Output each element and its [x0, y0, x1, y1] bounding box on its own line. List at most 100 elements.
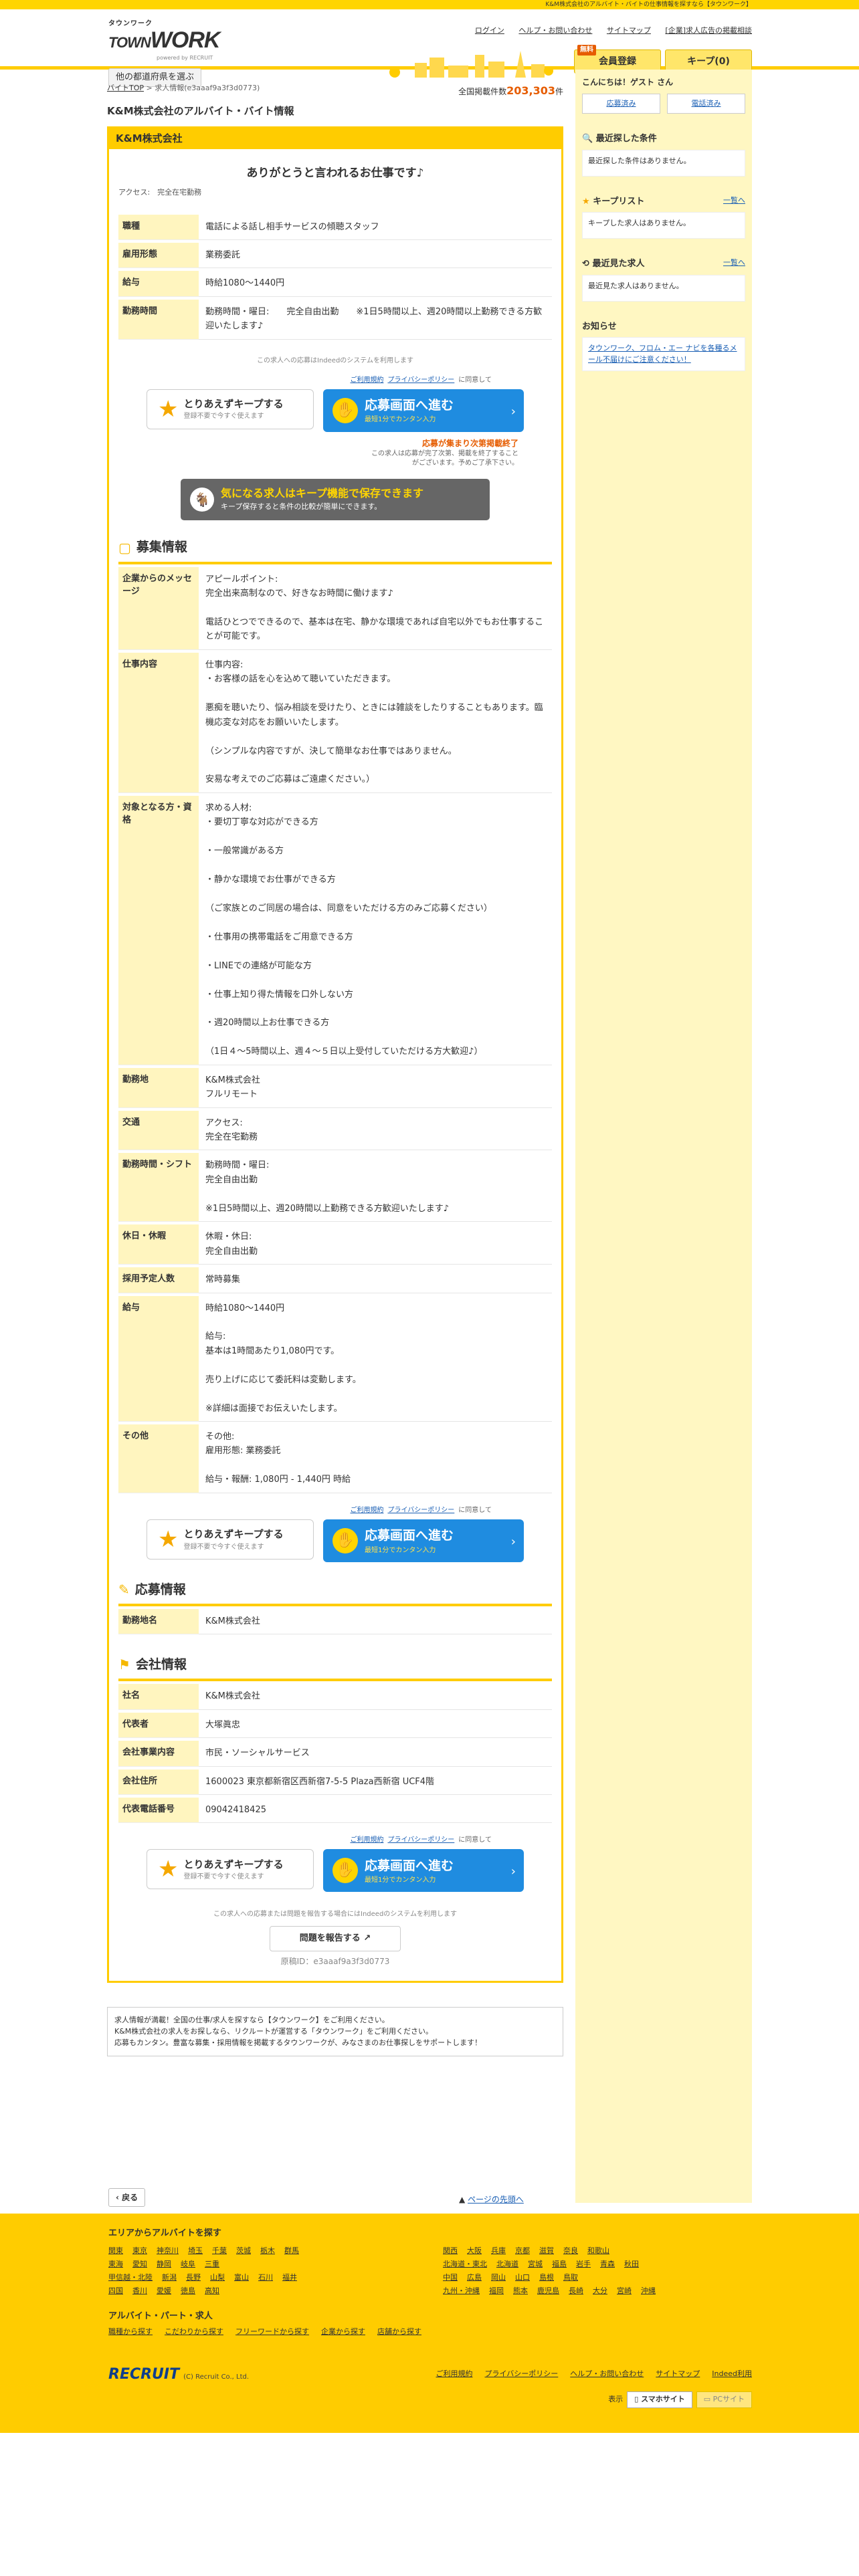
applied-button[interactable]: 応募済み: [582, 94, 660, 114]
hand-icon: ✋: [332, 397, 358, 423]
townwork-logo[interactable]: タウンワーク TOWNWORK powered by RECRUIT: [108, 19, 220, 62]
deadline-text: 応募が集まり次第掲載終了: [421, 438, 518, 448]
pencil-icon: ✎: [118, 1581, 130, 1598]
apply-button[interactable]: ✋ 応募画面へ進む 最短1分でカンタン入力 ›: [323, 1849, 524, 1893]
terms-line: ご利用規約 プライバシーポリシー に同意して: [350, 1836, 492, 1844]
keep-job-button[interactable]: ★ とりあえずキープする 登録不要で今すぐ使えます: [147, 1519, 314, 1560]
arrow-up-icon: ▲: [459, 2195, 466, 2204]
terms-link[interactable]: ご利用規約: [350, 1507, 383, 1514]
table-row: 給与 時給1080〜1440円 給与: 基本は1時間あたり1,080円です。 売り…: [118, 1295, 552, 1422]
table-row: 会社住所 1600023 東京都新宿区西新宿7-5-5 Plaza西新宿 UCF4…: [118, 1769, 552, 1795]
table-row: 採用予定人数 常時募集: [118, 1267, 552, 1293]
pc-site-button[interactable]: ▭ PCサイト: [696, 2391, 752, 2408]
area-row: 中国 広島 岡山 山口 島根 鳥取: [443, 2272, 578, 2282]
keeplist-link[interactable]: 一覧へ: [723, 195, 745, 209]
chevron-right-icon: ›: [510, 1534, 516, 1549]
smartphone-site-button[interactable]: ▯ スマホサイト: [627, 2391, 692, 2408]
company-header: K&M株式会社: [109, 128, 561, 149]
monitor-icon: ▭: [703, 2395, 711, 2403]
report-note: この求人への応募または問題を報告する場合にはIndeedのシステムを利用します: [213, 1911, 457, 1919]
apply-button[interactable]: ✋ 応募画面へ進む 最短1分でカンタン入力 ›: [323, 1519, 524, 1562]
site-footer: エリアからアルバイトを探す 関東 東京 神奈川 埼玉 千葉 茨城 栃木 群馬 東海 愛知 静岡 岐阜…: [0, 2214, 859, 2433]
star-icon: ★: [582, 196, 590, 207]
recruit-logo: RECRUIT (C) Recruit Co., Ltd.: [108, 2366, 250, 2383]
sitemap-link[interactable]: サイトマップ: [607, 26, 651, 35]
search-links: 職種から探す こだわりから探す フリーワードから探す 企業から探す 店舗から探す: [108, 2327, 421, 2336]
area-row: 関東 東京 神奈川 埼玉 千葉 茨城 栃木 群馬: [108, 2246, 299, 2255]
terms-line: ご利用規約 プライバシーポリシー に同意して: [350, 376, 492, 384]
area-links: 関東 東京 神奈川 埼玉 千葉 茨城 栃木 群馬 東海 愛知 静岡 岐阜 三重 甲信越・北陸 新潟 長野山…: [108, 2244, 751, 2298]
news-heading: お知らせ: [582, 321, 617, 332]
privacy-link[interactable]: プライバシーポリシー: [387, 1836, 454, 1844]
back-button[interactable]: ‹ 戻る: [108, 2188, 146, 2207]
top-banner-text: K&M株式会社のアルバイト・バイトの仕事情報を探すなら【タウンワーク】: [0, 0, 859, 9]
display-switch: 表示 ▯ スマホサイト ▭ PCサイト: [608, 2391, 752, 2408]
area-row: 東海 愛知 静岡 岐阜 三重: [108, 2259, 219, 2268]
detail-table: 企業からのメッセージ アピールポイント: 完全出来高制なので、好きなお時間に働けま…: [118, 564, 552, 1496]
original-id: 原稿ID：e3aaaf9a3f3d0773: [280, 1957, 390, 1967]
greeting: こんにちは！ゲスト さん: [582, 78, 674, 87]
keep-feature-banner[interactable]: 🐐 気になる求人はキープ機能で保存できます キープ保存すると条件の比較が簡単にできま…: [181, 478, 490, 520]
summary-table: 職種 電話による話し相手サービスの傾聴スタッフ 雇用形態 業務委託 給与 時給1080…: [118, 212, 552, 342]
area-row: 四国 香川 愛媛 徳島 高知: [108, 2286, 219, 2295]
area-row: 九州・沖縄 福岡 熊本 鹿児島 長崎 大分 宮崎 沖縄: [443, 2286, 656, 2295]
page-title: K&M株式会社のアルバイト・バイト情報: [107, 104, 294, 117]
star-icon: ★: [158, 395, 179, 423]
keeplist-box: キープした求人はありません。: [582, 212, 745, 239]
apply-info-heading: ✎ 応募情報: [118, 1580, 552, 1606]
action-buttons: ★ とりあえずキープする 登録不要で今すぐ使えます ✋ 応募画面へ進む 最短1分でカンタ…: [118, 1849, 552, 1893]
keep-job-button[interactable]: ★ とりあえずキープする 登録不要で今すぐ使えます: [147, 389, 314, 429]
called-button[interactable]: 電話済み: [667, 94, 745, 114]
terms-line: ご利用規約 プライバシーポリシー に同意して: [350, 1506, 492, 1514]
catch-copy: ありがとうと言われるお仕事です♪: [246, 166, 424, 180]
recent-seen-link[interactable]: 一覧へ: [723, 257, 745, 271]
terms-link[interactable]: ご利用規約: [350, 377, 383, 384]
news-link[interactable]: タウンワーク、フロム・エー ナビを各種るメール不届けにご注意ください！: [588, 344, 737, 364]
star-icon: ★: [158, 1856, 179, 1883]
apply-info-table: 勤務地名 K&M株式会社: [118, 1606, 552, 1637]
login-link[interactable]: ログイン: [475, 26, 504, 35]
header-links: ログイン ヘルプ・お問い合わせ サイトマップ [企業]求人広告の掲載相談: [463, 25, 752, 37]
company-info-table: 社名 K&M株式会社 代表者 大塚眞忠 会社事業内容 市民・ソーシャルサービス 会社住…: [118, 1681, 552, 1826]
table-row: 勤務地 K&M株式会社 フルリモート: [118, 1067, 552, 1108]
table-row: 代表電話番号 09042418425: [118, 1797, 552, 1824]
recent-seen-box: 最近見た求人はありません。: [582, 274, 745, 302]
chevron-right-icon: ›: [510, 1864, 516, 1879]
hand-icon: ✋: [332, 1858, 358, 1884]
help-link[interactable]: ヘルプ・お問い合わせ: [518, 26, 592, 35]
area-search-title: エリアからアルバイトを探す: [108, 2228, 221, 2238]
search-icon: 🔍: [582, 134, 593, 144]
report-problem-button[interactable]: 問題を報告する ↗: [270, 1926, 401, 1952]
flag-icon: ⚑: [118, 1656, 130, 1673]
table-row: 休日・休暇 休暇・休日: 完全自由出勤: [118, 1224, 552, 1265]
table-row: 対象となる方・資格 求める人材: ・要切丁寧な対応ができる方 ・一般常識がある方 …: [118, 795, 552, 1065]
history-buttons: 応募済み 電話済み: [582, 94, 745, 114]
employer-link[interactable]: [企業]求人広告の掲載相談: [665, 26, 752, 35]
table-row: 社名 K&M株式会社: [118, 1684, 552, 1710]
action-buttons: ★ とりあえずキープする 登録不要で今すぐ使えます ✋ 応募画面へ進む 最短1分でカンタ…: [118, 1519, 552, 1562]
keep-job-button[interactable]: ★ とりあえずキープする 登録不要で今すぐ使えます: [147, 1849, 314, 1890]
table-row: 勤務時間・シフト 勤務時間・曜日: 完全自由出勤 ※1日5時間以上、週20時間以上…: [118, 1153, 552, 1222]
search-title: アルバイト・パート・求人: [108, 2311, 213, 2321]
table-row: 仕事内容 仕事内容: ・お客様の話を心を込めて聴いていただきます。 悪痴を聴いたり…: [118, 652, 552, 793]
phone-icon: ▯: [634, 2395, 639, 2403]
breadcrumb-top-link[interactable]: バイトTOP: [107, 84, 144, 92]
about-text: 求人情報が満載！全国の仕事/求人を探すなら【タウンワーク】をご利用ください。 K…: [107, 2007, 563, 2056]
chevron-right-icon: ›: [510, 404, 516, 419]
page-top-link[interactable]: ▲ ページの先頭へ: [459, 2193, 524, 2206]
keeplist-heading: ★ キープリスト 一覧へ: [582, 195, 745, 209]
apply-button[interactable]: ✋ 応募画面へ進む 最短1分でカンタン入力 ›: [323, 389, 524, 432]
table-row: 職種 電話による話し相手サービスの傾聴スタッフ: [118, 214, 552, 240]
table-row: 代表者 大塚眞忠: [118, 1712, 552, 1739]
table-row: 雇用形態 業務委託: [118, 242, 552, 269]
recent-conditions-heading: 🔍 最近探した条件: [582, 134, 657, 144]
privacy-link[interactable]: プライバシーポリシー: [387, 1507, 454, 1514]
action-buttons: ★ とりあえずキープする 登録不要で今すぐ使えます ✋ 応募画面へ進む 最短1分でカンタ…: [118, 389, 552, 432]
chevron-left-icon: ‹: [116, 2193, 119, 2202]
table-row: 勤務時間 勤務時間・曜日: 完全自由出勤 ※1日5時間以上、週20時間以上勤務でき…: [118, 299, 552, 340]
privacy-link[interactable]: プライバシーポリシー: [387, 377, 454, 384]
document-icon: ▢: [118, 539, 131, 556]
terms-link[interactable]: ご利用規約: [350, 1836, 383, 1844]
access-text: アクセス: 完全在宅勤務: [118, 188, 202, 197]
table-row: 交通 アクセス: 完全在宅勤務: [118, 1110, 552, 1151]
